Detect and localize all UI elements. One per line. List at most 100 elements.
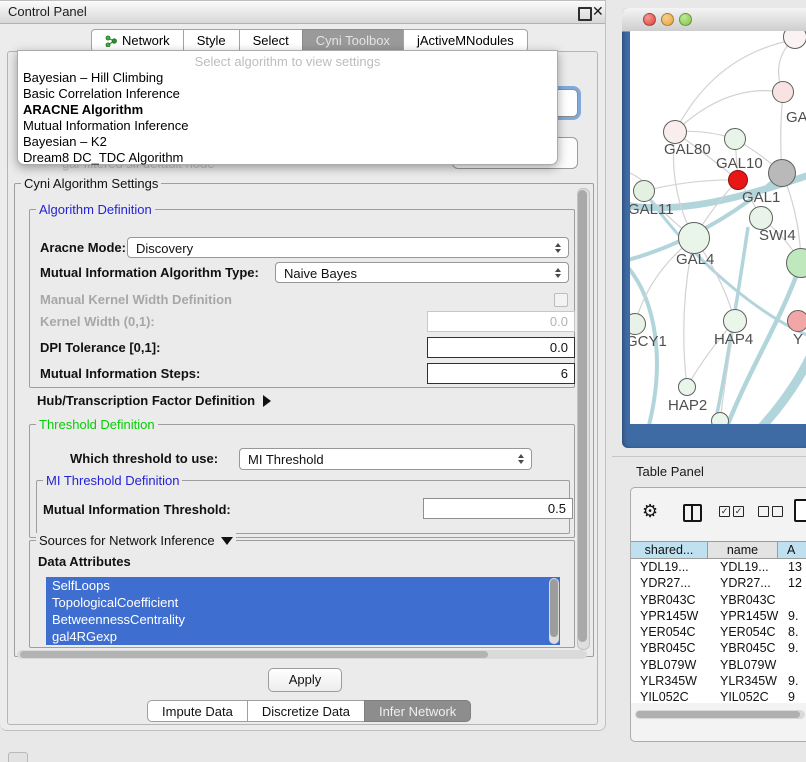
- cyni-settings-title: Cyni Algorithm Settings: [21, 176, 161, 191]
- scrollbar-thumb[interactable]: [550, 579, 558, 637]
- dropdown-item[interactable]: Mutual Information Inference: [18, 118, 557, 134]
- column-header-shared-name[interactable]: shared...: [630, 541, 708, 559]
- mi-steps-field[interactable]: 6: [427, 363, 575, 384]
- scrollbar-thumb[interactable]: [578, 190, 587, 642]
- settings-horizontal-scrollbar[interactable]: [17, 650, 587, 659]
- network-node[interactable]: [783, 31, 806, 49]
- network-node-gal11[interactable]: [633, 180, 655, 202]
- control-panel-title: Control Panel: [8, 1, 87, 23]
- node-label: HAP2: [668, 397, 707, 414]
- dropdown-item[interactable]: Bayesian – Hill Climbing: [18, 70, 557, 86]
- cyni-algorithm-settings-group: Cyni Algorithm Settings Algorithm Defini…: [14, 183, 594, 657]
- mi-type-label: Mutual Information Algorithm Type:: [40, 262, 259, 283]
- sources-expander[interactable]: Sources for Network Inference: [36, 533, 236, 548]
- mi-threshold-field[interactable]: 0.5: [423, 498, 573, 519]
- show-columns-icon[interactable]: ✓✓: [719, 506, 744, 517]
- table-row[interactable]: YDL19...YDL19...13: [631, 559, 806, 575]
- mi-threshold-definition-title: MI Threshold Definition: [43, 473, 182, 488]
- table-row[interactable]: YBL079WYBL079W: [631, 657, 806, 673]
- hide-columns-icon[interactable]: [758, 506, 783, 517]
- scrollbar-thumb[interactable]: [20, 651, 488, 658]
- chevron-right-icon: [263, 395, 271, 407]
- page-icon[interactable]: [794, 499, 806, 522]
- network-node-hap2[interactable]: [678, 378, 696, 396]
- dropdown-item[interactable]: Dream8 DC_TDC Algorithm: [18, 150, 557, 166]
- list-item[interactable]: TopologicalCoefficient: [46, 594, 560, 611]
- aracne-mode-label: Aracne Mode:: [40, 237, 126, 258]
- mi-threshold-definition-group: MI Threshold Definition Mutual Informati…: [36, 480, 570, 534]
- stepper-arrows-icon: [555, 243, 561, 253]
- table-panel-title: Table Panel: [636, 464, 704, 479]
- dpi-tolerance-field[interactable]: 0.0: [427, 337, 575, 358]
- tab-infer-network[interactable]: Infer Network: [364, 700, 471, 722]
- mi-type-combobox[interactable]: Naive Bayes: [275, 262, 569, 283]
- table-row[interactable]: YDR27...YDR27...12: [631, 575, 806, 591]
- node-label: GAL1: [742, 189, 780, 206]
- list-item[interactable]: SelfLoops: [46, 577, 560, 594]
- algorithm-definition-group: Algorithm Definition Aracne Mode: Discov…: [29, 209, 575, 388]
- zoom-traffic-light[interactable]: [679, 13, 692, 26]
- apply-button[interactable]: Apply: [268, 668, 342, 692]
- cyni-mode-tabs: Impute Data Discretize Data Infer Networ…: [148, 700, 471, 722]
- node-label: GAL10: [716, 155, 763, 172]
- tab-discretize-data[interactable]: Discretize Data: [247, 700, 365, 722]
- float-window-icon[interactable]: [578, 7, 592, 21]
- dropdown-item-highlighted[interactable]: ARACNE Algorithm: [18, 102, 557, 118]
- network-node-gal10[interactable]: [724, 128, 746, 150]
- network-node[interactable]: [772, 81, 794, 103]
- tab-impute-data[interactable]: Impute Data: [147, 700, 248, 722]
- network-icon: [105, 35, 117, 47]
- table-horizontal-scrollbar[interactable]: [635, 710, 805, 719]
- table-row[interactable]: YLR345WYLR345W9.: [631, 673, 806, 689]
- network-node-hap4[interactable]: [723, 309, 747, 333]
- tab-cyni-toolbox[interactable]: Cyni Toolbox: [302, 29, 404, 52]
- list-item[interactable]: gal4RGexp: [46, 628, 560, 645]
- network-node-gal1[interactable]: [728, 170, 748, 190]
- stepper-arrows-icon: [518, 454, 524, 464]
- table-header: shared... name A: [631, 541, 806, 559]
- tab-select[interactable]: Select: [239, 29, 303, 52]
- table-rows: YDL19...YDL19...13 YDR27...YDR27...12 YB…: [631, 559, 806, 703]
- dropdown-item[interactable]: Bayesian – K2: [18, 134, 557, 150]
- column-header-name[interactable]: name: [707, 541, 778, 559]
- gear-icon[interactable]: ⚙: [642, 502, 658, 520]
- minimize-traffic-light[interactable]: [661, 13, 674, 26]
- node-label: Y: [793, 331, 803, 348]
- hub-tf-expander[interactable]: Hub/Transcription Factor Definition: [37, 390, 271, 411]
- network-node[interactable]: [787, 310, 806, 332]
- table-row[interactable]: YER054CYER054C8.: [631, 624, 806, 640]
- which-threshold-combobox[interactable]: MI Threshold: [239, 448, 532, 470]
- columns-icon[interactable]: [683, 504, 702, 522]
- network-node[interactable]: [711, 412, 729, 424]
- list-item[interactable]: BetweennessCentrality: [46, 611, 560, 628]
- tab-network[interactable]: Network: [91, 29, 184, 52]
- table-row[interactable]: YIL052CYIL052C9: [631, 689, 806, 703]
- threshold-definition-title: Threshold Definition: [36, 417, 158, 432]
- table-panel: ⚙ ✓✓ shared... name A YDL19...YDL19...13…: [630, 487, 806, 742]
- dropdown-item[interactable]: Basic Correlation Inference: [18, 86, 557, 102]
- table-panel-separator: [612, 456, 806, 457]
- list-vertical-scrollbar[interactable]: [549, 578, 559, 644]
- aracne-mode-combobox[interactable]: Discovery: [127, 237, 569, 258]
- control-panel-titlebar: Control Panel ✕: [0, 1, 605, 24]
- column-header-partial[interactable]: A: [777, 541, 806, 559]
- table-row[interactable]: YBR043CYBR043C: [631, 592, 806, 608]
- tab-style[interactable]: Style: [183, 29, 240, 52]
- node-label: GAL4: [676, 251, 714, 268]
- dpi-tolerance-label: DPI Tolerance [0,1]:: [40, 337, 160, 358]
- close-traffic-light[interactable]: [643, 13, 656, 26]
- collapsed-panel-chip[interactable]: [8, 752, 28, 762]
- data-attributes-label: Data Attributes: [38, 551, 131, 572]
- tab-jactivemnodules[interactable]: jActiveMNodules: [403, 29, 528, 52]
- table-row[interactable]: YPR145WYPR145W9.: [631, 608, 806, 624]
- network-canvas[interactable]: GAL GAL80 GAL10 GAL1 GAL11 SWI4 GAL4 GCY…: [630, 31, 806, 424]
- network-node-gal4[interactable]: [678, 222, 710, 254]
- node-label: GAL: [786, 109, 806, 126]
- network-node[interactable]: [768, 159, 796, 187]
- table-row[interactable]: YBR045CYBR045C9.: [631, 640, 806, 656]
- settings-vertical-scrollbar[interactable]: [577, 188, 590, 650]
- close-icon[interactable]: ✕: [592, 3, 604, 20]
- kernel-width-field[interactable]: 0.0: [427, 311, 575, 332]
- manual-kernel-checkbox[interactable]: [554, 293, 568, 307]
- scrollbar-thumb[interactable]: [636, 711, 800, 718]
